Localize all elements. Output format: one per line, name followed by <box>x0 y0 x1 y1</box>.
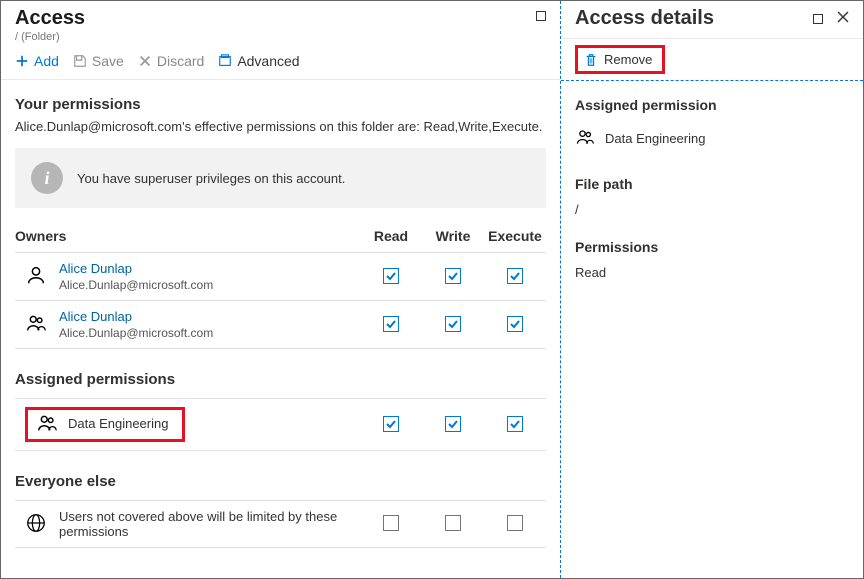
trash-icon <box>584 53 598 67</box>
discard-button: Discard <box>138 53 204 69</box>
owner-email: Alice.Dunlap@microsoft.com <box>59 278 213 292</box>
assigned-name: Data Engineering <box>58 412 178 437</box>
everyone-row: Users not covered above will be limited … <box>15 500 546 548</box>
globe-icon <box>25 512 47 537</box>
write-checkbox[interactable] <box>445 316 461 332</box>
save-button: Save <box>73 53 124 69</box>
owner-email: Alice.Dunlap@microsoft.com <box>59 326 213 340</box>
everyone-text: Users not covered above will be limited … <box>59 509 360 539</box>
maximize-icon[interactable] <box>813 14 823 24</box>
remove-label: Remove <box>604 52 652 67</box>
group-icon <box>28 412 58 437</box>
info-icon: i <box>31 162 63 194</box>
owner-row[interactable]: Alice Dunlap Alice.Dunlap@microsoft.com <box>15 252 546 300</box>
info-banner: i You have superuser privileges on this … <box>15 148 546 208</box>
your-permissions-heading: Your permissions <box>15 96 546 113</box>
details-permissions-heading: Permissions <box>575 239 849 255</box>
details-filepath-heading: File path <box>575 176 849 192</box>
details-assigned-heading: Assigned permission <box>575 97 849 113</box>
assigned-row[interactable]: Data Engineering <box>15 398 546 451</box>
assigned-heading: Assigned permissions <box>15 371 546 388</box>
execute-checkbox[interactable] <box>507 316 523 332</box>
main-title: Access <box>15 7 546 30</box>
owner-row[interactable]: Alice Dunlap Alice.Dunlap@microsoft.com <box>15 300 546 349</box>
read-checkbox[interactable] <box>383 515 399 531</box>
write-checkbox[interactable] <box>445 268 461 284</box>
group-icon <box>575 127 595 150</box>
execute-checkbox[interactable] <box>507 515 523 531</box>
execute-checkbox[interactable] <box>507 416 523 432</box>
everyone-heading: Everyone else <box>15 473 546 490</box>
col-owners: Owners <box>15 228 360 244</box>
info-text: You have superuser privileges on this ac… <box>77 171 345 186</box>
details-assigned-name: Data Engineering <box>605 131 705 146</box>
execute-checkbox[interactable] <box>507 268 523 284</box>
read-checkbox[interactable] <box>383 416 399 432</box>
remove-button[interactable]: Remove <box>575 45 665 74</box>
add-button[interactable]: Add <box>15 53 59 69</box>
write-checkbox[interactable] <box>445 515 461 531</box>
main-subpath: / (Folder) <box>15 31 546 43</box>
owner-name: Alice Dunlap <box>59 309 213 324</box>
main-content: Your permissions Alice.Dunlap@microsoft.… <box>1 80 560 578</box>
details-filepath-value: / <box>575 202 849 217</box>
read-checkbox[interactable] <box>383 268 399 284</box>
owner-name: Alice Dunlap <box>59 261 213 276</box>
details-title: Access details <box>575 7 849 30</box>
main-header: Access / (Folder) <box>1 1 560 47</box>
advanced-label: Advanced <box>237 53 299 69</box>
discard-label: Discard <box>157 53 204 69</box>
advanced-button[interactable]: Advanced <box>218 53 299 69</box>
access-pane: Access / (Folder) Add Save Discard Advan… <box>1 1 561 578</box>
group-icon <box>25 312 47 337</box>
details-pane: Access details Remove Assigned permissio… <box>561 1 863 578</box>
write-checkbox[interactable] <box>445 416 461 432</box>
details-permissions-value: Read <box>575 265 849 280</box>
add-label: Add <box>34 53 59 69</box>
main-toolbar: Add Save Discard Advanced <box>1 47 560 80</box>
person-icon <box>25 264 47 289</box>
close-icon[interactable] <box>837 11 849 26</box>
col-read: Read <box>360 228 422 244</box>
maximize-icon[interactable] <box>536 11 546 21</box>
col-execute: Execute <box>484 228 546 244</box>
read-checkbox[interactable] <box>383 316 399 332</box>
save-label: Save <box>92 53 124 69</box>
col-write: Write <box>422 228 484 244</box>
your-permissions-desc: Alice.Dunlap@microsoft.com's effective p… <box>15 119 546 134</box>
